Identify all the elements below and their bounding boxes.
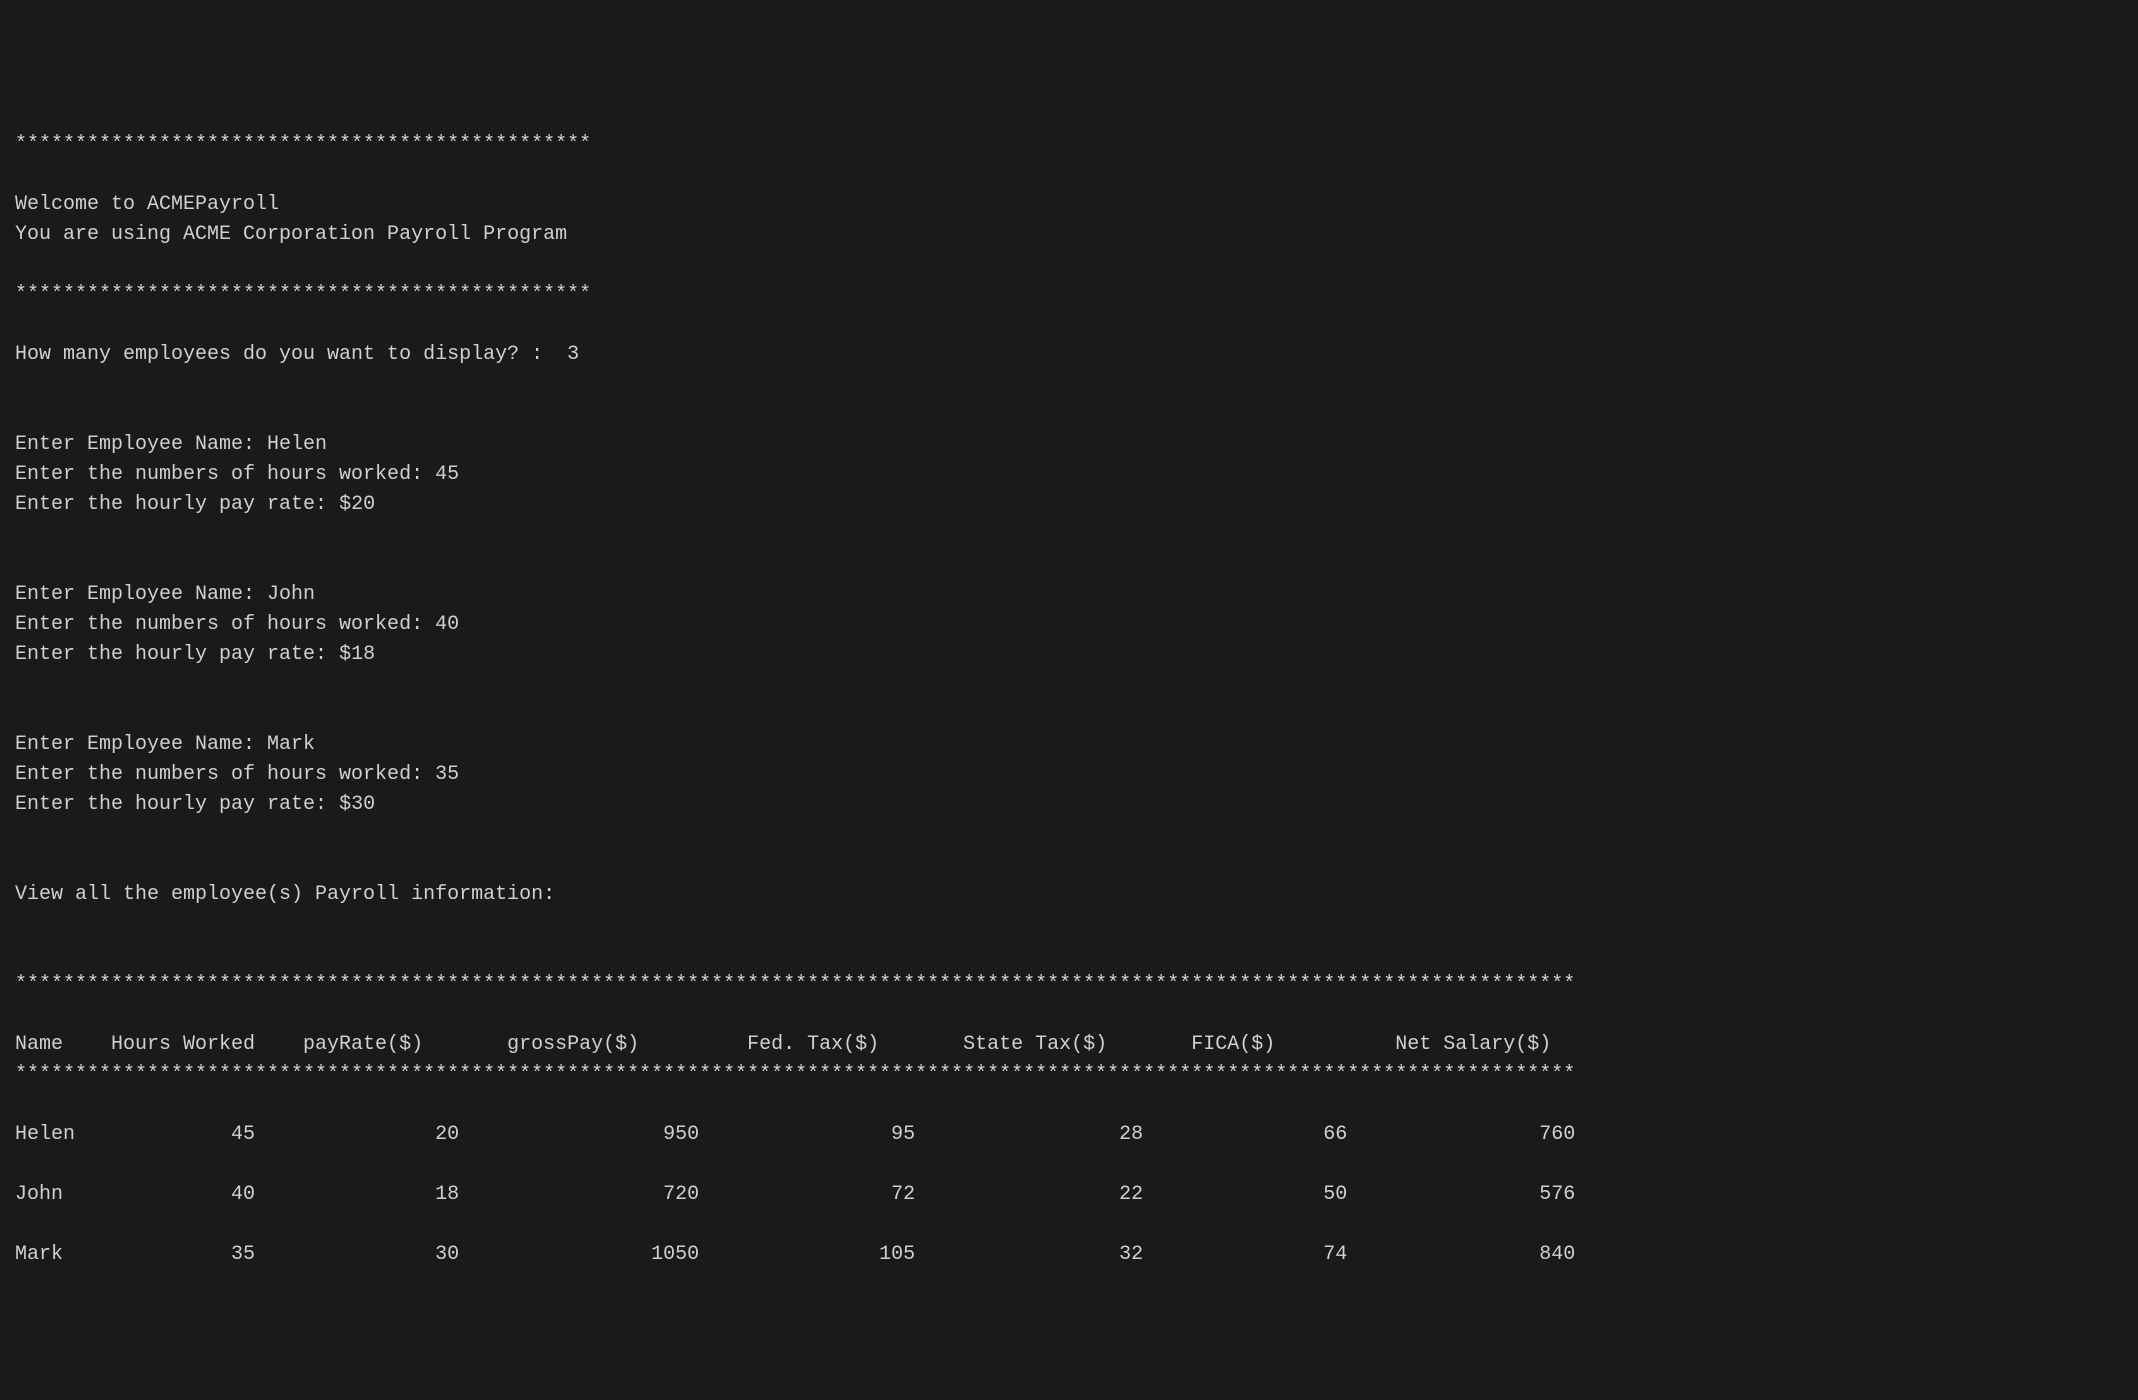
banner-stars-bottom: ****************************************… (15, 283, 591, 306)
emp0-rate-prompt: Enter the hourly pay rate: (15, 493, 339, 516)
emp2-name-prompt: Enter Employee Name: (15, 733, 267, 756)
table-row: Helen 45 20 950 95 28 66 760 (15, 1123, 1575, 1146)
emp2-hours-prompt: Enter the numbers of hours worked: (15, 763, 435, 786)
emp1-rate-prompt: Enter the hourly pay rate: (15, 643, 339, 666)
emp0-rate: $20 (339, 493, 375, 516)
emp0-hours: 45 (435, 463, 459, 486)
emp0-name-prompt: Enter Employee Name: (15, 433, 267, 456)
welcome-line: Welcome to ACMEPayroll (15, 193, 279, 216)
count-value: 3 (567, 343, 579, 366)
emp2-rate-prompt: Enter the hourly pay rate: (15, 793, 339, 816)
emp2-rate: $30 (339, 793, 375, 816)
table-stars-top: ****************************************… (15, 973, 1575, 996)
emp1-hours-prompt: Enter the numbers of hours worked: (15, 613, 435, 636)
emp0-hours-prompt: Enter the numbers of hours worked: (15, 463, 435, 486)
table-row: John 40 18 720 72 22 50 576 (15, 1183, 1575, 1206)
subtitle-line: You are using ACME Corporation Payroll P… (15, 223, 567, 246)
table-stars-bottom: ****************************************… (15, 1063, 1575, 1086)
emp0-name: Helen (267, 433, 327, 456)
banner-stars-top: ****************************************… (15, 133, 591, 156)
count-prompt: How many employees do you want to displa… (15, 343, 567, 366)
emp1-hours: 40 (435, 613, 459, 636)
view-all-heading: View all the employee(s) Payroll informa… (15, 883, 555, 906)
table-row: Mark 35 30 1050 105 32 74 840 (15, 1243, 1575, 1266)
emp1-rate: $18 (339, 643, 375, 666)
emp2-name: Mark (267, 733, 315, 756)
emp1-name: John (267, 583, 315, 606)
emp2-hours: 35 (435, 763, 459, 786)
table-header-row: Name Hours Worked payRate($) grossPay($)… (15, 1033, 1551, 1056)
emp1-name-prompt: Enter Employee Name: (15, 583, 267, 606)
